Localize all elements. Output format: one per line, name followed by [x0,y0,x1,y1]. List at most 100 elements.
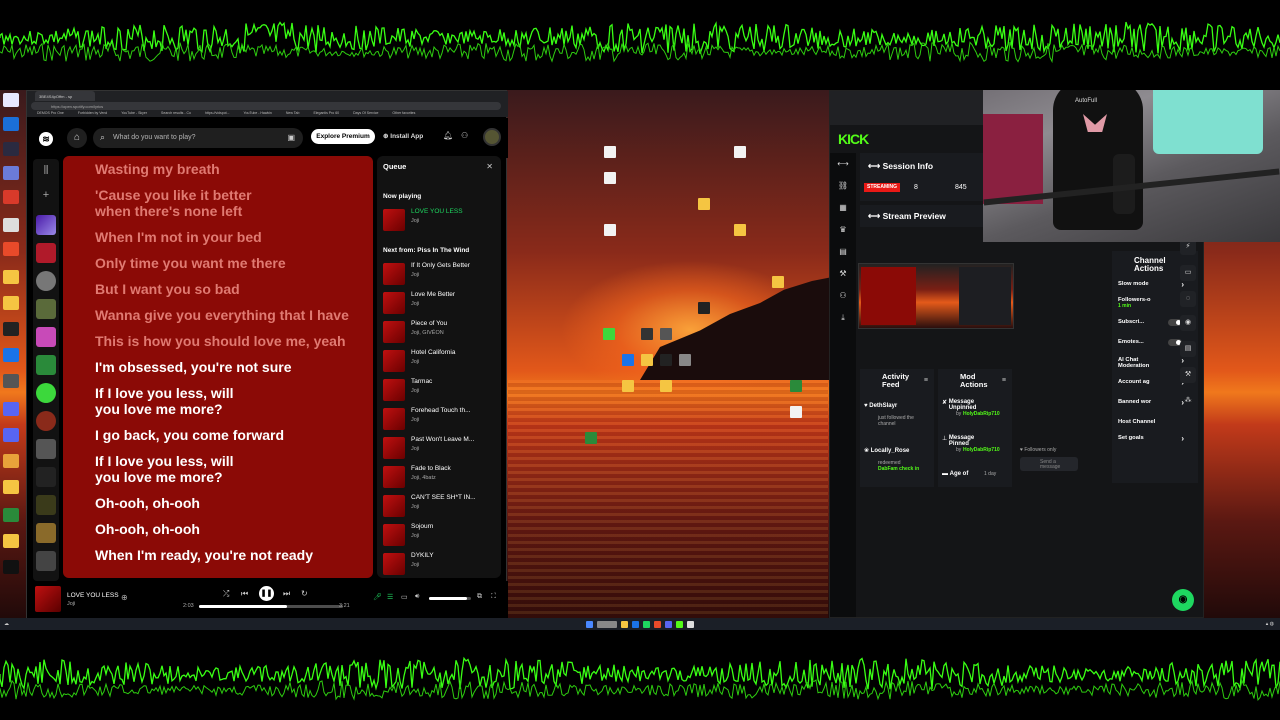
desktop-file-icon[interactable] [790,406,802,418]
kick-logo[interactable]: KICK [838,131,869,147]
broadcast-icon[interactable]: ◉ [1180,315,1196,331]
stats-icon[interactable]: ▦ [837,203,849,213]
desktop-icon[interactable] [3,166,19,180]
connect-device-icon[interactable]: ▭ [401,593,408,601]
library-item[interactable] [36,243,56,263]
mod-user[interactable]: HolyDabRip710 [963,411,1000,417]
now-playing-art[interactable] [35,586,61,612]
desktop-icon[interactable] [3,270,19,284]
library-item[interactable] [36,411,56,431]
bookmark[interactable]: Forbidden by Vend [78,111,107,117]
lyric-line[interactable]: Oh-ooh, oh-ooh [95,521,373,537]
desktop-file-icon[interactable] [698,302,710,314]
browse-icon[interactable]: ▣ [287,133,295,142]
filter-icon[interactable]: ≡ [924,377,928,384]
queue-item[interactable]: Hotel California Joji [383,349,495,378]
search-input[interactable]: ⌕ What do you want to play? ▣ [93,128,303,148]
desktop-app-icon[interactable] [585,432,597,444]
desktop-folder-icon[interactable] [698,198,710,210]
desktop-folder-icon[interactable] [641,354,653,366]
library-item[interactable] [36,215,56,235]
queue-item[interactable]: Piece of You Joji, GIVĒON [383,320,495,349]
bookmark[interactable]: Other favorites [392,111,415,117]
start-icon[interactable] [586,620,593,628]
desktop-icon[interactable] [3,322,19,336]
queue-item[interactable]: Sojourn Joji [383,523,495,552]
bookmark[interactable]: Days Of Service [353,111,378,117]
library-item[interactable] [36,523,56,543]
library-icon[interactable]: ⫼ [36,165,56,185]
support-chat-button[interactable]: ◉ [1172,589,1194,611]
library-item[interactable] [36,495,56,515]
queue-item[interactable]: Forehead Touch th... Joji [383,407,495,436]
weather-widget[interactable]: ☁ [4,621,9,627]
install-app-button[interactable]: ⊕ Install App [383,132,423,140]
desktop-file-icon[interactable] [604,146,616,158]
queue-item[interactable]: Tarmac Joji [383,378,495,407]
desktop-app-icon[interactable] [679,354,691,366]
explore-premium-button[interactable]: Explore Premium [311,129,375,144]
home-icon[interactable]: ⌂ [67,128,87,148]
desktop-icon[interactable] [3,93,19,107]
lyric-line[interactable]: When I'm ready, you're not ready [95,547,373,563]
taskbar-app[interactable] [676,620,683,628]
bookmark[interactable]: DEMOS Pro One [37,111,64,117]
desktop-icon[interactable] [3,534,19,548]
bookmark[interactable]: https://vidspot... [205,111,230,117]
activity-user[interactable]: Locally_Rose [871,448,910,454]
lyric-line[interactable]: Wanna give you everything that I have [95,307,373,323]
desktop-icon[interactable] [3,560,19,574]
link-icon[interactable]: ⛓ [837,181,849,191]
volume-icon[interactable]: 🔊︎ [415,593,419,601]
desktop-icon[interactable] [3,402,19,416]
close-icon[interactable]: ✕ [486,162,493,171]
library-item[interactable] [36,271,56,291]
queue-item[interactable]: DYKILY Joji [383,552,495,578]
desktop-app-icon[interactable] [622,380,634,392]
desktop-folder-icon[interactable] [734,224,746,236]
previous-icon[interactable]: ⏮ [241,589,248,599]
desktop-app-icon[interactable] [790,380,802,392]
desktop-icon[interactable] [3,348,19,362]
fullscreen-icon[interactable]: ⛶ [491,593,496,601]
desktop-app-icon[interactable] [660,328,672,340]
taskbar-app[interactable] [654,620,661,628]
desktop-icon[interactable] [3,242,19,256]
lyric-line[interactable]: 'Cause you like it better when there's n… [95,187,373,219]
address-bar[interactable]: https://open.spotify.com/lyrics [31,102,501,110]
lyric-line[interactable]: If I love you less, will you love me mor… [95,453,373,485]
taskbar-app[interactable] [621,620,628,628]
next-icon[interactable]: ⏭ [283,589,290,599]
spotify-logo-icon[interactable]: ≋ [39,132,53,146]
stream-preview-video[interactable] [858,263,1014,329]
taskbar-app[interactable] [632,620,639,628]
queue-item[interactable]: If It Only Gets Better Joji [383,262,495,291]
library-item[interactable] [36,383,56,403]
queue-item[interactable]: CAN'T SEE SH*T IN... Joji [383,494,495,523]
desktop-app-icon[interactable] [660,354,672,366]
users-icon[interactable]: ⚇ [837,291,849,301]
document-icon[interactable]: ▭ [1180,265,1196,281]
library-item[interactable] [36,467,56,487]
library-item[interactable] [36,439,56,459]
lyric-line[interactable]: When I'm not in your bed [95,229,373,245]
desktop-icon[interactable] [3,142,19,156]
activity-user[interactable]: DethSlayr [869,403,897,409]
now-playing-artist[interactable]: Joji [67,601,75,607]
pause-button[interactable]: ❚❚ [259,586,274,601]
lyrics-icon[interactable]: 🎤︎ [373,593,382,601]
desktop-icon[interactable] [3,190,19,204]
bookmark[interactable]: New Tab [286,111,300,117]
lyric-line[interactable]: I go back, you come forward [95,427,373,443]
desktop-file-icon[interactable] [604,172,616,184]
bookmark[interactable]: YouTube - Skyer [121,111,147,117]
lyric-line[interactable]: Oh-ooh, oh-ooh [95,495,373,511]
avatar[interactable] [483,128,501,146]
lyric-line[interactable]: Only time you want me there [95,255,373,271]
shuffle-icon[interactable]: ⤮ [223,589,229,599]
desktop-icon[interactable] [3,374,19,388]
bookmark[interactable]: Search results - Co [161,111,191,117]
lyric-line[interactable]: If I love you less, will you love me mor… [95,385,373,417]
filter-icon[interactable]: ≡ [1002,377,1006,384]
lyric-line[interactable]: But I want you so bad [95,281,373,297]
